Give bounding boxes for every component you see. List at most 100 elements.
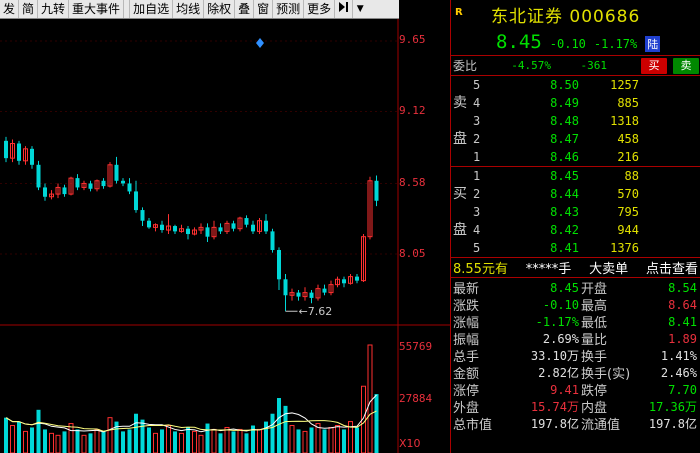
price-axis-label: 9.12 [399, 104, 426, 117]
toolbar-item-forecast[interactable]: 预测 [273, 0, 305, 18]
buy-order-book: 买 盘 买盘 18.458828.4457038.4379548.4294458… [451, 167, 700, 258]
volume-bar [244, 433, 249, 453]
buy-order-row[interactable]: 3 8.43 795 [451, 203, 700, 221]
volume-bar [335, 425, 340, 453]
candle-body [264, 220, 268, 232]
flag-arrow-icon[interactable] [335, 0, 354, 18]
sell-side-label-1: 卖 [453, 95, 467, 111]
buy-order-level: 5 [473, 241, 481, 255]
toolbar-item-moving-average[interactable]: 均线 [173, 0, 205, 18]
volume-bar [211, 428, 217, 453]
volume-bar [153, 432, 158, 453]
volume-bar [17, 421, 21, 453]
last-price: 8.45 [496, 31, 542, 53]
candle-body [355, 276, 359, 281]
volume-bar [192, 430, 197, 453]
sell-order-row[interactable]: 4 8.49 885 [451, 94, 700, 112]
buy-order-row[interactable]: 5 8.41 1376 [451, 239, 700, 257]
sell-button[interactable]: 卖 [673, 58, 699, 74]
buy-side-label-1: 买 [453, 186, 467, 202]
volume-bar [224, 426, 230, 453]
candle-body [62, 187, 67, 195]
candle-body [101, 180, 106, 187]
volume-bar [328, 426, 334, 453]
buy-order-volume: 1376 [610, 241, 639, 255]
market-badge: 陆 [645, 36, 661, 52]
ticker-qty: *****手 [525, 262, 572, 277]
toolbar-item-overlay[interactable]: 叠 [235, 0, 255, 18]
candle-body [30, 148, 34, 165]
candle-body [186, 228, 190, 235]
volume-bar [36, 409, 41, 453]
sell-order-row[interactable]: 3 8.48 1318 [451, 112, 700, 130]
toolbar-item-major-events[interactable]: 重大事件 [69, 0, 125, 18]
toolbar-item-jian[interactable]: 简 [19, 0, 39, 18]
candle-body [342, 279, 346, 284]
candle-body [374, 180, 379, 201]
buy-order-row[interactable]: 2 8.44 570 [451, 185, 700, 203]
sell-order-volume: 458 [617, 132, 639, 146]
volume-bar [81, 434, 87, 453]
candle-body [121, 180, 125, 184]
stats-value: 197.8亿 [648, 417, 697, 431]
sell-order-volume: 1318 [610, 114, 639, 128]
toolbar-item-ex-rights[interactable]: 除权 [204, 0, 236, 18]
toolbar-item-jiuzhuan[interactable]: 九转 [38, 0, 70, 18]
stats-row: 振幅 2.69% 量比 1.89 [451, 330, 700, 349]
sell-order-row[interactable]: 2 8.47 458 [451, 130, 700, 148]
stock-name: 东北证券 [491, 7, 563, 27]
stats-value: 15.74万 [530, 400, 579, 414]
candle-body [75, 178, 80, 188]
sell-order-price: 8.47 [550, 132, 579, 146]
volume-bar [302, 430, 308, 453]
volume-bar [270, 413, 275, 453]
toolbar-item-add-watchlist[interactable]: 加自选 [130, 0, 174, 18]
volume-bar [23, 430, 28, 453]
toolbar-item-window[interactable]: 窗 [254, 0, 274, 18]
buy-order-price: 8.42 [550, 223, 579, 237]
sell-order-price: 8.49 [550, 96, 579, 110]
stats-value: 8.45 [550, 280, 579, 295]
sell-order-row[interactable]: 5 8.50 1257 [451, 76, 700, 94]
candle-body [173, 226, 177, 232]
candle-body [140, 210, 145, 221]
toolbar-item-more[interactable]: 更多 [304, 0, 336, 18]
volume-bar [283, 405, 288, 453]
sell-order-level: 1 [473, 150, 481, 164]
buy-order-row[interactable]: 1 8.45 88 [451, 167, 700, 185]
candle-body [205, 227, 210, 237]
volume-bar [55, 434, 61, 453]
candle-body [270, 231, 275, 251]
candle-body [147, 220, 151, 228]
stats-value: 197.8亿 [530, 417, 579, 431]
dropdown-icon[interactable]: ▼ [353, 0, 367, 18]
stock-title[interactable]: 东北证券 000686 [491, 2, 640, 27]
ticker-view-link[interactable]: 点击查看 [646, 258, 698, 277]
quote-panel: R 东北证券 000686 8.45 -0.10 -1.17% 陆 委比 -4.… [450, 0, 700, 453]
volume-bar [237, 428, 243, 453]
volume-bar [140, 419, 145, 453]
volume-bar [179, 432, 184, 453]
volume-bar [43, 429, 47, 453]
sell-order-price: 8.50 [550, 78, 579, 92]
toolbar-item-fa[interactable]: 发 [0, 0, 20, 18]
big-order-ticker: 8.55元有 *****手 大卖单 点击查看 [451, 258, 700, 278]
buy-button[interactable]: 买 [641, 58, 667, 74]
volume-bar [94, 428, 100, 453]
volume-bar [231, 431, 236, 453]
stats-table: 最新 8.45 开盘 8.54 涨跌 -0.10 最高 8.64 涨幅 -1.17% 最低 8.41 振… [451, 278, 700, 434]
stats-label: 总市值 [453, 418, 493, 433]
sell-order-volume: 885 [617, 96, 639, 110]
price-row: 8.45 -0.10 -1.17% 陆 [496, 31, 661, 53]
candle-body [88, 183, 93, 189]
candle-body [283, 279, 288, 296]
buy-order-volume: 570 [617, 187, 639, 201]
volume-bar [4, 417, 8, 453]
volume-bar [166, 425, 171, 453]
kline-chart[interactable]: ←7.62 9.65 9.12 8.58 8.05 55769 27884 X1… [0, 19, 450, 453]
stats-value: 2.82亿 [538, 366, 579, 380]
sell-order-volume: 216 [617, 150, 639, 164]
sell-order-row[interactable]: 1 8.46 216 [451, 148, 700, 166]
volume-bar [127, 429, 132, 453]
buy-order-row[interactable]: 4 8.42 944 [451, 221, 700, 239]
